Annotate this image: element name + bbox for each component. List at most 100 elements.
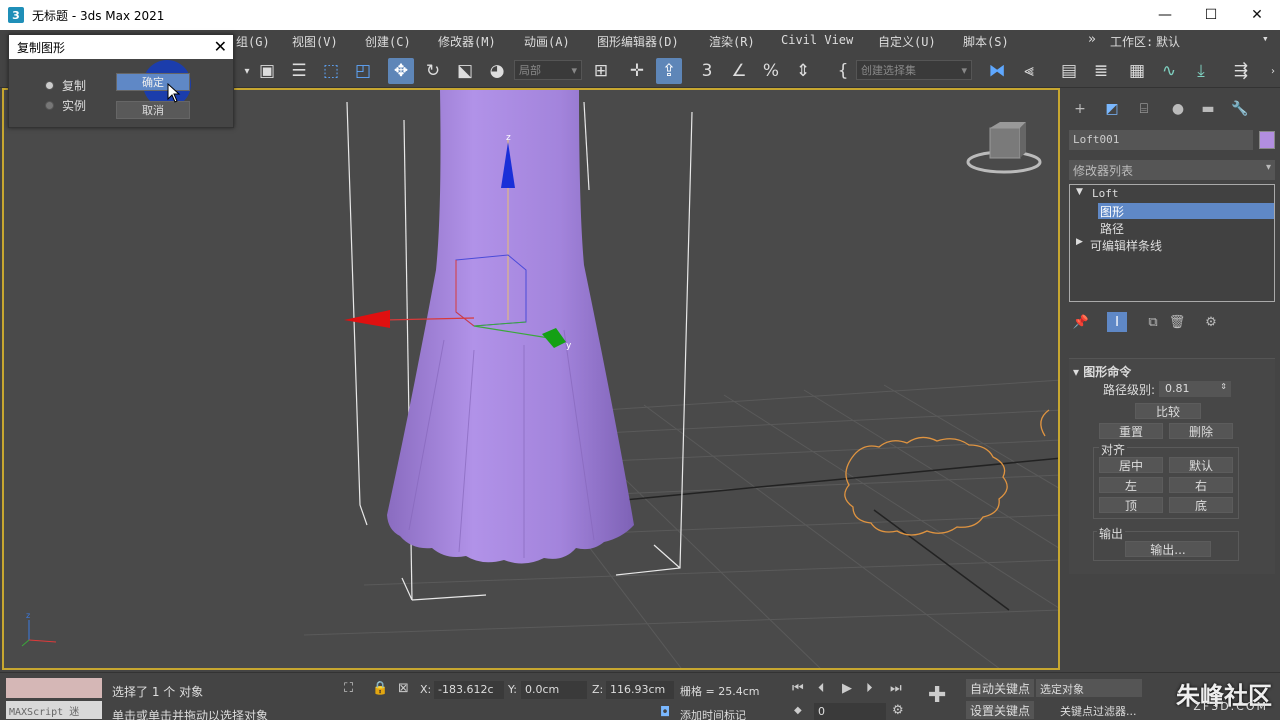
play-icon[interactable]: ▶ [842, 681, 852, 696]
menu-group[interactable]: 组(G) [236, 33, 270, 50]
workspace-select[interactable]: 默认 [1156, 33, 1180, 50]
hierarchy-tab-icon[interactable]: ⌸ [1133, 98, 1155, 120]
left-button[interactable]: 左 [1099, 477, 1163, 493]
place-icon[interactable]: ◕ [484, 58, 510, 84]
menu-overflow-icon[interactable]: » [1088, 32, 1096, 47]
previous-frame-icon[interactable]: ⏴ [818, 681, 825, 696]
output-button[interactable]: 输出... [1125, 541, 1211, 557]
expand-arrow-icon[interactable]: ▼ [1076, 187, 1083, 197]
keyboard-shortcut-icon[interactable]: ⇪ [656, 58, 682, 84]
select-manipulate-icon[interactable]: ✛ [624, 58, 650, 84]
make-unique-icon[interactable]: ⧉ [1143, 312, 1163, 332]
rect-selection-icon[interactable]: ⬚ [318, 58, 344, 84]
path-level-spinner[interactable]: 0.81 ⇕ [1159, 381, 1231, 397]
maxscript-input[interactable]: MAXScript 迷 [6, 701, 102, 719]
move-icon[interactable]: ✥ [388, 58, 414, 84]
pivot-center-icon[interactable]: ⊞ [588, 58, 614, 84]
mirror-icon[interactable]: ⧓ [984, 58, 1010, 84]
minimize-button[interactable]: — [1142, 0, 1188, 30]
add-time-tag[interactable]: 添加时间标记 [680, 707, 746, 720]
menu-scripting[interactable]: 脚本(S) [963, 33, 1009, 50]
x-coordinate-field[interactable]: -183.612c [434, 681, 504, 699]
ribbon-icon[interactable]: ▦ [1124, 58, 1150, 84]
stack-item-loft[interactable]: ▼ Loft [1070, 187, 1274, 203]
radio-instance[interactable]: 实例 [45, 97, 86, 114]
schematic-view-icon[interactable]: ⤓ [1188, 58, 1214, 84]
utilities-tab-icon[interactable]: 🔧 [1229, 98, 1251, 120]
align-icon[interactable]: ⫷ [1016, 58, 1042, 84]
key-filters-button[interactable]: 关键点过滤器... [1060, 703, 1137, 719]
menu-rendering[interactable]: 渲染(R) [709, 33, 755, 50]
auto-key-button[interactable]: 自动关键点 [966, 679, 1035, 697]
next-frame-icon[interactable]: ⏵ [866, 681, 873, 696]
material-editor-icon[interactable]: ⇶ [1228, 58, 1254, 84]
perspective-viewport[interactable]: z y z [2, 88, 1060, 670]
remove-modifier-icon[interactable]: 🗑 [1167, 312, 1187, 332]
angle-snap-icon[interactable]: ∠ [726, 58, 752, 84]
top-button[interactable]: 顶 [1099, 497, 1163, 513]
close-button[interactable]: ✕ [1234, 0, 1280, 30]
modifier-list-dropdown[interactable]: 修改器列表 ▾ [1069, 160, 1275, 180]
radio-copy[interactable]: 复制 [45, 77, 86, 94]
maxscript-listener-mini[interactable] [6, 678, 102, 698]
chevron-down-icon[interactable]: ▾ [1262, 32, 1269, 45]
menu-create[interactable]: 创建(C) [365, 33, 411, 50]
compare-button[interactable]: 比较 [1135, 403, 1201, 419]
menu-animation[interactable]: 动画(A) [524, 33, 570, 50]
menu-modifiers[interactable]: 修改器(M) [438, 33, 496, 50]
scale-icon[interactable]: ⬕ [452, 58, 478, 84]
motion-tab-icon[interactable]: ● [1167, 98, 1189, 120]
cancel-button[interactable]: 取消 [116, 101, 190, 119]
configure-sets-icon[interactable]: ⚙ [1201, 312, 1221, 332]
default-button[interactable]: 默认 [1169, 457, 1233, 473]
close-icon[interactable]: ✕ [214, 37, 227, 56]
reset-button[interactable]: 重置 [1099, 423, 1163, 439]
maximize-button[interactable]: ☐ [1188, 0, 1234, 30]
stack-item-shape[interactable]: 图形 [1098, 203, 1274, 219]
menu-customize[interactable]: 自定义(U) [878, 33, 936, 50]
menu-civil-view[interactable]: Civil View [781, 33, 853, 47]
current-frame-field[interactable]: 0 [814, 703, 886, 720]
reference-coord-dropdown[interactable]: 局部 ▾ [514, 60, 582, 80]
key-mode-icon[interactable]: ◆ [794, 705, 802, 716]
rotate-icon[interactable]: ↻ [420, 58, 446, 84]
object-color-swatch[interactable] [1259, 131, 1275, 149]
stack-item-path[interactable]: 路径 [1098, 220, 1274, 236]
select-object-icon[interactable]: ▣ [254, 58, 280, 84]
radio-dot[interactable] [45, 101, 54, 110]
spinner-snap-icon[interactable]: ⇕ [790, 58, 816, 84]
rollout-title[interactable]: ▾ 图形命令 [1073, 363, 1131, 380]
window-crossing-icon[interactable]: ◰ [350, 58, 376, 84]
stack-item-editable-spline[interactable]: ▶ 可编辑样条线 [1070, 237, 1274, 253]
named-selection-dropdown[interactable]: 创建选择集 ▾ [856, 60, 972, 80]
select-by-name-icon[interactable]: ☰ [286, 58, 312, 84]
z-coordinate-field[interactable]: 116.93cm [606, 681, 674, 699]
time-config-icon[interactable]: ⚙ [892, 703, 904, 718]
delete-button[interactable]: 删除 [1169, 423, 1233, 439]
percent-snap-icon[interactable]: % [758, 58, 784, 84]
modify-tab-icon[interactable]: ◩ [1101, 98, 1123, 120]
set-key-plus-icon[interactable]: ✚ [928, 683, 946, 708]
show-end-result-icon[interactable]: Ⅰ [1107, 312, 1127, 332]
spinner-arrows-icon[interactable]: ⇕ [1220, 382, 1227, 391]
object-name-field[interactable]: Loft001 [1069, 130, 1253, 150]
display-tab-icon[interactable]: ▬ [1197, 98, 1219, 120]
go-to-start-icon[interactable]: ⏮ [792, 681, 804, 696]
edit-named-selection-icon[interactable]: { [830, 58, 856, 84]
lock-icon[interactable]: 🔒 [372, 681, 388, 696]
isolate-selection-icon[interactable]: ⛶ [344, 681, 353, 696]
expand-arrow-icon[interactable]: ▶ [1076, 237, 1083, 247]
go-to-end-icon[interactable]: ⏭ [890, 681, 902, 696]
set-key-button[interactable]: 设置关键点 [966, 701, 1035, 719]
time-tag-icon[interactable]: ◘ [660, 705, 670, 720]
right-button[interactable]: 右 [1169, 477, 1233, 493]
create-tab-icon[interactable]: + [1069, 98, 1091, 120]
scene-explorer-icon[interactable]: ▤ [1056, 58, 1082, 84]
center-button[interactable]: 居中 [1099, 457, 1163, 473]
y-coordinate-field[interactable]: 0.0cm [521, 681, 587, 699]
pin-stack-icon[interactable]: 📌 [1071, 312, 1091, 332]
absolute-mode-icon[interactable]: ⊠ [398, 681, 409, 696]
viewcube[interactable] [966, 122, 1042, 174]
bottom-button[interactable]: 底 [1169, 497, 1233, 513]
chevron-right-icon[interactable]: › [1260, 58, 1280, 84]
